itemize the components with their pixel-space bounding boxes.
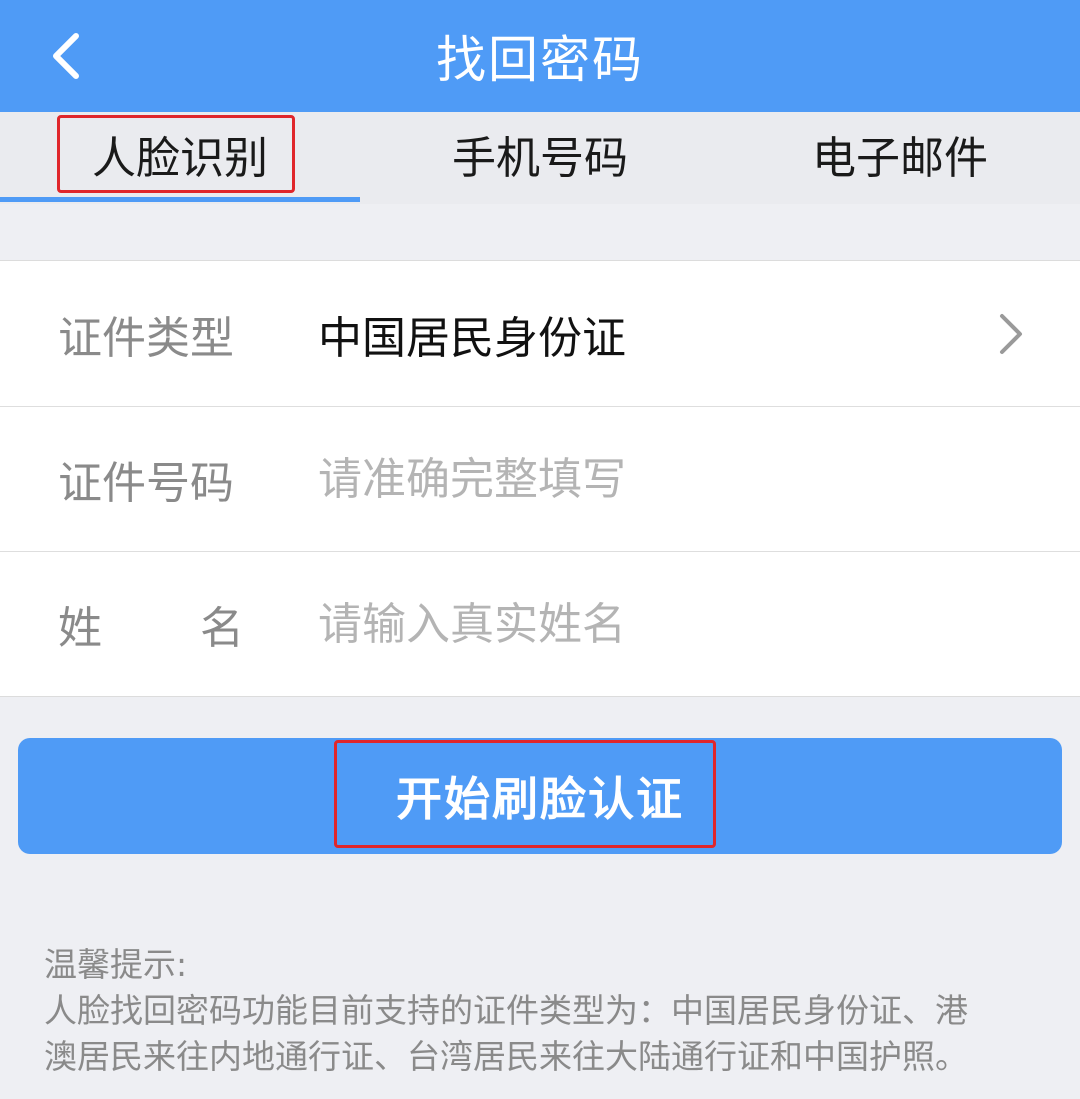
top-bar: 找回密码 xyxy=(0,0,1080,112)
id-number-input[interactable] xyxy=(318,444,978,514)
tips-line-1: 人脸找回密码功能目前支持的证件类型为：中国居民身份证、港 xyxy=(44,991,968,1030)
tab-email[interactable]: 电子邮件 xyxy=(720,112,1080,204)
tab-label: 人脸识别 xyxy=(92,133,268,184)
active-tab-indicator xyxy=(0,197,360,202)
name-label-first: 姓 xyxy=(58,603,102,654)
tips-section: 温馨提示: 人脸找回密码功能目前支持的证件类型为：中国居民身份证、港 澳居民来往… xyxy=(44,942,1044,1080)
tips-title: 温馨提示: xyxy=(44,945,188,984)
tab-phone-number[interactable]: 手机号码 xyxy=(360,112,720,204)
start-face-auth-button[interactable]: 开始刷脸认证 xyxy=(18,738,1062,854)
name-row: 姓 名 xyxy=(0,551,1080,696)
page-title: 找回密码 xyxy=(436,31,644,89)
chevron-right-icon xyxy=(994,311,1028,357)
tab-face-recognition[interactable]: 人脸识别 xyxy=(0,112,360,204)
tab-label: 手机号码 xyxy=(452,133,628,184)
start-face-auth-label: 开始刷脸认证 xyxy=(396,772,684,826)
find-password-page: 找回密码 人脸识别 手机号码 电子邮件 证件类型 中国居民身份证 证件号码 请准… xyxy=(0,0,1080,1099)
name-input[interactable] xyxy=(318,589,978,659)
name-label-second: 名 xyxy=(200,603,244,654)
id-type-label: 证件类型 xyxy=(58,312,234,364)
identity-form: 证件类型 中国居民身份证 证件号码 姓 名 xyxy=(0,260,1080,697)
method-tabs: 人脸识别 手机号码 电子邮件 xyxy=(0,112,1080,204)
id-type-value: 中国居民身份证 xyxy=(318,312,626,364)
id-number-label: 证件号码 xyxy=(58,458,234,509)
tips-line-2: 澳居民来往内地通行证、台湾居民来往大陆通行证和中国护照。 xyxy=(44,1037,968,1076)
id-number-row: 证件号码 xyxy=(0,406,1080,551)
id-type-row[interactable]: 证件类型 中国居民身份证 xyxy=(0,261,1080,406)
name-label: 姓 名 xyxy=(58,592,244,656)
tab-label: 电子邮件 xyxy=(812,133,988,184)
